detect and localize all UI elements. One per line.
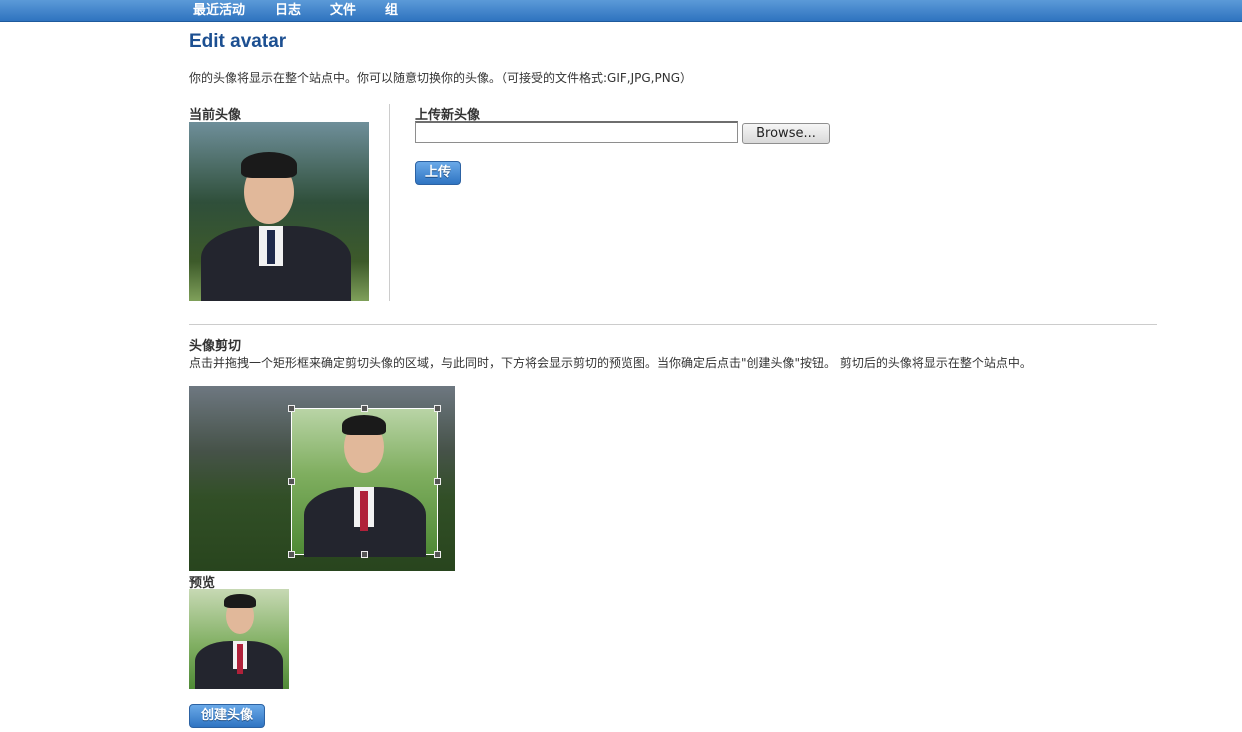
browse-button[interactable]: Browse...: [742, 123, 830, 144]
preview-image: [189, 589, 289, 689]
crop-source-image[interactable]: [189, 386, 455, 571]
page-title: Edit avatar: [189, 31, 287, 52]
crop-handle-right[interactable]: [434, 478, 441, 485]
nav-item-blog[interactable]: 日志: [275, 2, 301, 19]
crop-instructions: 点击并拖拽一个矩形框来确定剪切头像的区域，与此同时，下方将会显示剪切的预览图。当…: [189, 356, 1032, 370]
crop-selection-box[interactable]: [291, 408, 438, 557]
top-nav-bar: 最近活动 日志 文件 组: [0, 0, 1242, 22]
upload-button[interactable]: 上传: [415, 161, 461, 185]
crop-label: 头像剪切: [189, 339, 242, 354]
crop-handle-left[interactable]: [288, 478, 295, 485]
horizontal-divider: [189, 324, 1157, 325]
nav-item-groups[interactable]: 组: [385, 2, 398, 19]
current-avatar-image: [189, 122, 369, 301]
nav-item-recent-activity[interactable]: 最近活动: [193, 2, 245, 19]
crop-handle-top[interactable]: [361, 405, 368, 412]
crop-handle-bottom-left[interactable]: [288, 551, 295, 558]
file-path-input[interactable]: [415, 121, 738, 143]
intro-text: 你的头像将显示在整个站点中。你可以随意切换你的头像。（可接受的文件格式:GIF,…: [189, 71, 693, 85]
nav-item-files[interactable]: 文件: [330, 2, 356, 19]
crop-handle-top-left[interactable]: [288, 405, 295, 412]
vertical-divider: [389, 104, 390, 301]
crop-handle-bottom[interactable]: [361, 551, 368, 558]
crop-handle-top-right[interactable]: [434, 405, 441, 412]
current-avatar-label: 当前头像: [189, 108, 242, 123]
create-avatar-button[interactable]: 创建头像: [189, 704, 265, 728]
crop-handle-bottom-right[interactable]: [434, 551, 441, 558]
